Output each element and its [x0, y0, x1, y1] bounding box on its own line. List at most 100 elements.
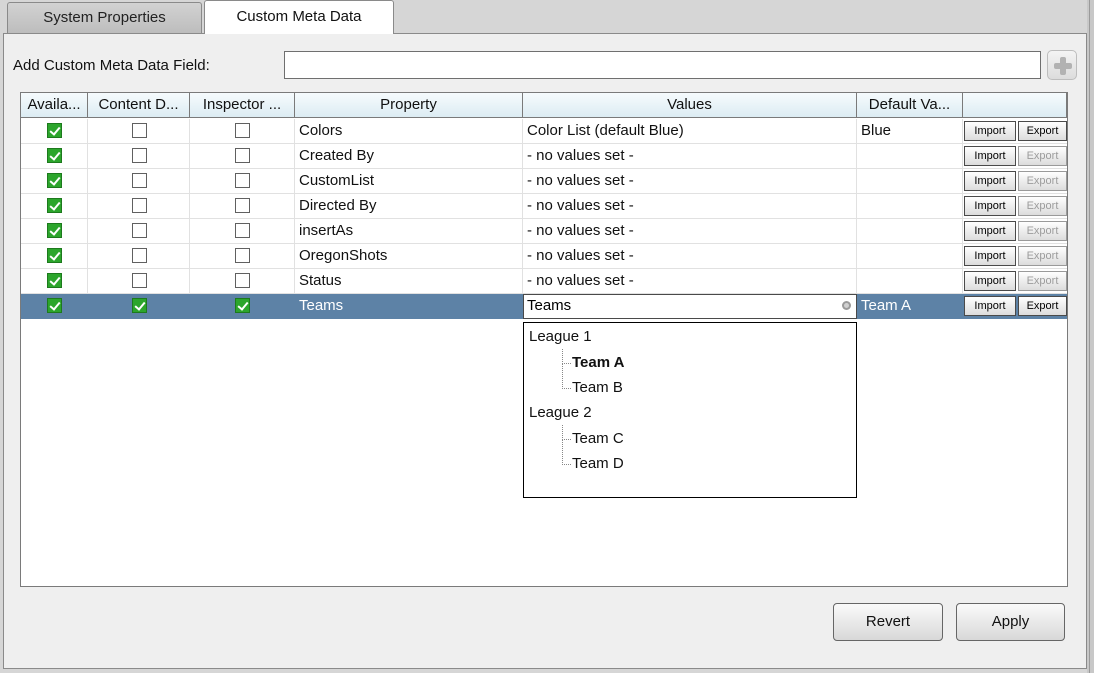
table-row[interactable]: Colors Color List (default Blue) Blue Impor…: [21, 119, 1067, 144]
cell-available: [21, 144, 88, 169]
content-checkbox[interactable]: [132, 123, 147, 138]
inspector-checkbox[interactable]: [235, 198, 250, 213]
values-combo[interactable]: Teams: [523, 294, 857, 319]
tree-item-team-b[interactable]: Team B: [572, 379, 623, 396]
add-field-input[interactable]: [284, 51, 1041, 79]
table-row[interactable]: Status - no values set - Import Export: [21, 269, 1067, 294]
import-button[interactable]: Import: [964, 296, 1016, 316]
cell-default: Blue: [857, 119, 963, 144]
meta-data-table: Availa... Content D... Inspector ... Pro…: [20, 92, 1068, 587]
content-checkbox[interactable]: [132, 148, 147, 163]
column-header-default[interactable]: Default Va...: [857, 93, 963, 118]
cell-default: [857, 269, 963, 294]
cell-inspector: [190, 169, 295, 194]
cell-content: [88, 119, 190, 144]
cell-property: Created By: [295, 144, 523, 169]
available-checkbox[interactable]: [47, 223, 62, 238]
table-row[interactable]: Directed By - no values set - Import Export: [21, 194, 1067, 219]
cell-default: [857, 219, 963, 244]
content-checkbox[interactable]: [132, 298, 147, 313]
window-edge: [1087, 0, 1094, 673]
tree-connector: [562, 439, 571, 465]
values-combo-text: Teams: [527, 297, 572, 314]
inspector-checkbox[interactable]: [235, 273, 250, 288]
available-checkbox[interactable]: [47, 248, 62, 263]
cell-content: [88, 219, 190, 244]
content-checkbox[interactable]: [132, 248, 147, 263]
export-button[interactable]: Export: [1018, 121, 1067, 141]
inspector-checkbox[interactable]: [235, 298, 250, 313]
export-button[interactable]: Export: [1018, 196, 1067, 216]
tree-connector: [562, 349, 571, 364]
available-checkbox[interactable]: [47, 298, 62, 313]
cell-actions: Import Export: [963, 144, 1067, 169]
inspector-checkbox[interactable]: [235, 248, 250, 263]
table-row[interactable]: CustomList - no values set - Import Export: [21, 169, 1067, 194]
cell-content: [88, 169, 190, 194]
inspector-checkbox[interactable]: [235, 223, 250, 238]
values-dropdown: League 1 Team A Team B League 2 Team C T…: [523, 322, 857, 498]
available-checkbox[interactable]: [47, 148, 62, 163]
tree-item-team-c[interactable]: Team C: [572, 430, 624, 447]
add-field-button[interactable]: [1047, 50, 1077, 80]
cell-inspector: [190, 144, 295, 169]
cell-actions: Import Export: [963, 169, 1067, 194]
content-checkbox[interactable]: [132, 198, 147, 213]
export-button[interactable]: Export: [1018, 246, 1067, 266]
table-row[interactable]: Created By - no values set - Import Export: [21, 144, 1067, 169]
import-button[interactable]: Import: [964, 121, 1016, 141]
revert-button[interactable]: Revert: [833, 603, 943, 641]
tree-item-team-d[interactable]: Team D: [572, 455, 624, 472]
inspector-checkbox[interactable]: [235, 148, 250, 163]
cell-content: [88, 144, 190, 169]
cell-values: - no values set -: [523, 144, 857, 169]
cell-available: [21, 169, 88, 194]
column-header-values[interactable]: Values: [523, 93, 857, 118]
cell-values: - no values set -: [523, 194, 857, 219]
export-button[interactable]: Export: [1018, 146, 1067, 166]
table-header: Availa... Content D... Inspector ... Pro…: [21, 93, 1067, 119]
export-button[interactable]: Export: [1018, 271, 1067, 291]
table-row[interactable]: insertAs - no values set - Import Export: [21, 219, 1067, 244]
export-button[interactable]: Export: [1018, 296, 1067, 316]
table-row[interactable]: OregonShots - no values set - Import Export: [21, 244, 1067, 269]
column-header-available[interactable]: Availa...: [21, 93, 88, 118]
cell-inspector: [190, 219, 295, 244]
apply-button[interactable]: Apply: [956, 603, 1065, 641]
available-checkbox[interactable]: [47, 273, 62, 288]
column-header-inspector[interactable]: Inspector ...: [190, 93, 295, 118]
cell-available: [21, 119, 88, 144]
available-checkbox[interactable]: [47, 173, 62, 188]
import-button[interactable]: Import: [964, 221, 1016, 241]
tab-custom-meta-data[interactable]: Custom Meta Data: [204, 0, 394, 34]
column-header-property[interactable]: Property: [295, 93, 523, 118]
available-checkbox[interactable]: [47, 198, 62, 213]
column-header-actions[interactable]: [963, 93, 1067, 118]
content-checkbox[interactable]: [132, 223, 147, 238]
tree-item-team-a[interactable]: Team A: [572, 354, 625, 371]
cell-property: Colors: [295, 119, 523, 144]
export-button[interactable]: Export: [1018, 171, 1067, 191]
inspector-checkbox[interactable]: [235, 173, 250, 188]
tree-item-league-2[interactable]: League 2: [529, 404, 592, 421]
cell-inspector: [190, 269, 295, 294]
inspector-checkbox[interactable]: [235, 123, 250, 138]
tab-system-properties[interactable]: System Properties: [7, 2, 202, 33]
available-checkbox[interactable]: [47, 123, 62, 138]
combo-arrow-icon[interactable]: [842, 301, 851, 310]
cell-default: [857, 144, 963, 169]
content-checkbox[interactable]: [132, 173, 147, 188]
column-header-content[interactable]: Content D...: [88, 93, 190, 118]
tree-item-league-1[interactable]: League 1: [529, 328, 592, 345]
cell-available: [21, 244, 88, 269]
cell-actions: Import Export: [963, 294, 1067, 319]
export-button[interactable]: Export: [1018, 221, 1067, 241]
import-button[interactable]: Import: [964, 171, 1016, 191]
cell-default: Team A: [857, 294, 963, 319]
import-button[interactable]: Import: [964, 196, 1016, 216]
import-button[interactable]: Import: [964, 246, 1016, 266]
content-checkbox[interactable]: [132, 273, 147, 288]
cell-property: CustomList: [295, 169, 523, 194]
import-button[interactable]: Import: [964, 146, 1016, 166]
import-button[interactable]: Import: [964, 271, 1016, 291]
